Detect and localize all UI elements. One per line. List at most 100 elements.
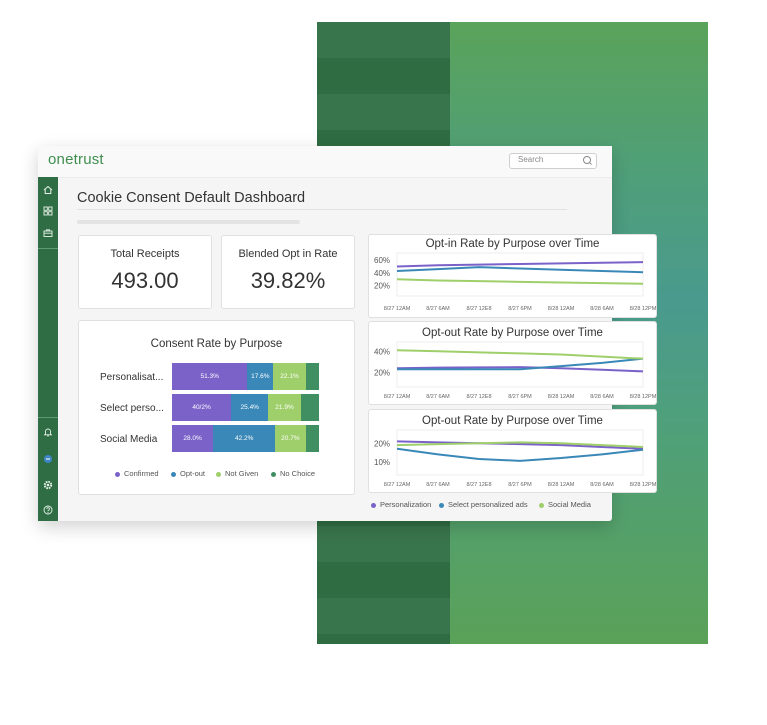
x-tick-label: 8/28 12PM	[630, 482, 656, 488]
search-input[interactable]: Search	[509, 153, 597, 169]
app-window: onetrust Search Cookie Consent Default D…	[38, 146, 657, 521]
bar-category-label: Social Media	[100, 434, 158, 445]
bar-category-label: Select perso...	[100, 403, 164, 414]
loading-bar	[77, 220, 300, 224]
legend-label: No Choice	[280, 469, 316, 478]
line-chart-opt-out-2: 20% 10% 8/27 12AM 8/27 6AM 8/27 12E8 8/27 6PM…	[374, 429, 656, 488]
x-tick-label: 8/27 6AM	[426, 482, 450, 488]
series-line	[396, 278, 644, 285]
bell-icon[interactable]	[43, 427, 53, 437]
x-tick-label: 8/28 6AM	[590, 482, 614, 488]
plot-frame	[396, 252, 644, 297]
gear-icon[interactable]	[43, 480, 53, 490]
legend-dot	[371, 502, 376, 508]
x-tick-label: 8/27 12E8	[466, 394, 491, 400]
bar-segment[interactable]: 21.9%	[268, 394, 301, 421]
x-tick-label: 8/28 12PM	[630, 306, 656, 312]
series-line	[396, 261, 644, 268]
kpi-label: Blended Opt in Rate	[238, 248, 338, 260]
legend-dot	[539, 502, 544, 508]
series-line	[396, 266, 644, 274]
legend-item-not-given: Not Given	[216, 469, 258, 478]
kpi-value: 39.82%	[250, 268, 326, 293]
x-tick-label: 8/27 12AM	[384, 482, 411, 488]
help-icon[interactable]	[43, 505, 53, 515]
y-tick-label: 20%	[374, 282, 390, 291]
legend-label: Personalization	[380, 500, 432, 509]
grid-icon[interactable]	[43, 206, 53, 216]
sidebar-divider	[38, 417, 58, 418]
legend-dot	[115, 471, 120, 477]
x-tick-label: 8/28 12AM	[548, 306, 575, 312]
legend-dot	[271, 471, 276, 477]
x-tick-label: 8/27 12AM	[384, 394, 411, 400]
y-tick-label: 20%	[374, 368, 390, 377]
page-title: Cookie Consent Default Dashboard	[77, 190, 306, 206]
onetrust-logo[interactable]: onetrust	[48, 151, 104, 168]
x-tick-label: 8/27 6PM	[508, 306, 532, 312]
legend-dot	[439, 502, 444, 508]
top-bar: onetrust Search	[38, 146, 612, 178]
search-icon[interactable]	[583, 156, 591, 164]
line-legend-social-media: Social Media	[539, 500, 591, 509]
briefcase-icon[interactable]	[43, 228, 53, 238]
line-chart-card-opt-out: Opt-out Rate by Purpose over Time 40% 20%…	[368, 321, 657, 405]
x-tick-label: 8/27 6AM	[426, 306, 450, 312]
legend-item-confirmed: Confirmed	[115, 469, 159, 478]
bar-segment[interactable]	[305, 363, 319, 390]
x-tick-label: 8/28 6AM	[590, 306, 614, 312]
legend-item-no-choice: No Choice	[271, 469, 315, 478]
line-legend-personalization: Personalization	[371, 500, 431, 509]
bar-segment[interactable]: 28.0%	[172, 425, 214, 452]
line-chart-opt-out: 40% 20% 8/27 12AM 8/27 6AM 8/27 12E8 8/27 6PM…	[374, 341, 656, 400]
bar-segment[interactable]: 17.6%	[247, 363, 274, 390]
plot-frame	[396, 429, 644, 476]
legend-dot	[171, 471, 176, 477]
legend-label: Opt-out	[180, 469, 206, 478]
x-tick-label: 8/27 6PM	[508, 482, 532, 488]
search-placeholder: Search	[518, 155, 544, 164]
x-tick-label: 8/28 12AM	[548, 482, 575, 488]
sidebar	[38, 177, 58, 521]
line-chart-opt-in: 60% 40% 20% 8/27 12AM 8/27 6AM 8/27 12E8 8/27 …	[374, 252, 656, 312]
bar-segment[interactable]: 51.3%	[172, 363, 248, 390]
y-tick-label: 40%	[374, 269, 390, 278]
y-tick-label: 10%	[374, 458, 390, 467]
legend-dot	[216, 471, 221, 477]
x-tick-label: 8/27 12AM	[384, 306, 411, 312]
bar-segment[interactable]: 22.1%	[273, 363, 306, 390]
y-tick-label: 40%	[374, 347, 390, 356]
y-tick-label: 20%	[374, 439, 390, 448]
line-legend-select-ads: Select personalized ads	[439, 500, 528, 509]
legend-label: Select personalized ads	[448, 500, 528, 509]
legend-label: Social Media	[548, 500, 591, 509]
kpi-card-blended-opt-in: Blended Opt in Rate 39.82%	[221, 235, 355, 309]
line-chart-card-opt-in: Opt-in Rate by Purpose over Time 60% 40% 2…	[368, 234, 657, 318]
title-divider	[77, 209, 567, 210]
badge-icon[interactable]	[43, 454, 53, 464]
x-tick-label: 8/27 6AM	[426, 394, 450, 400]
bar-category-label: Personalisat...	[100, 372, 164, 383]
home-icon[interactable]	[43, 185, 53, 195]
line-chart-card-opt-out-2: Opt-out Rate by Purpose over Time 20% 10%…	[368, 409, 657, 493]
legend-label: Not Given	[225, 469, 259, 478]
x-tick-label: 8/28 12PM	[630, 394, 656, 400]
sidebar-divider	[38, 248, 58, 249]
legend-label: Confirmed	[124, 469, 159, 478]
x-tick-label: 8/28 12AM	[548, 394, 575, 400]
bar-segment[interactable]	[305, 425, 319, 452]
y-tick-label: 60%	[374, 256, 390, 265]
kpi-label: Total Receipts	[110, 248, 180, 260]
chart-title: Consent Rate by Purpose	[150, 338, 283, 350]
bar-segment[interactable]: 40/2%	[172, 394, 232, 421]
plot-frame	[396, 341, 644, 388]
bar-segment[interactable]	[300, 394, 319, 421]
bar-segment[interactable]: 20.7%	[275, 425, 306, 452]
x-tick-label: 8/27 12E8	[466, 306, 491, 312]
x-tick-label: 8/28 6AM	[590, 394, 614, 400]
bar-segment[interactable]: 25.4%	[231, 394, 269, 421]
x-tick-label: 8/27 6PM	[508, 394, 532, 400]
bar-segment[interactable]: 42.2%	[213, 425, 276, 452]
x-tick-label: 8/27 12E8	[466, 482, 491, 488]
consent-rate-card: Consent Rate by Purpose Personalisat... …	[78, 320, 355, 495]
